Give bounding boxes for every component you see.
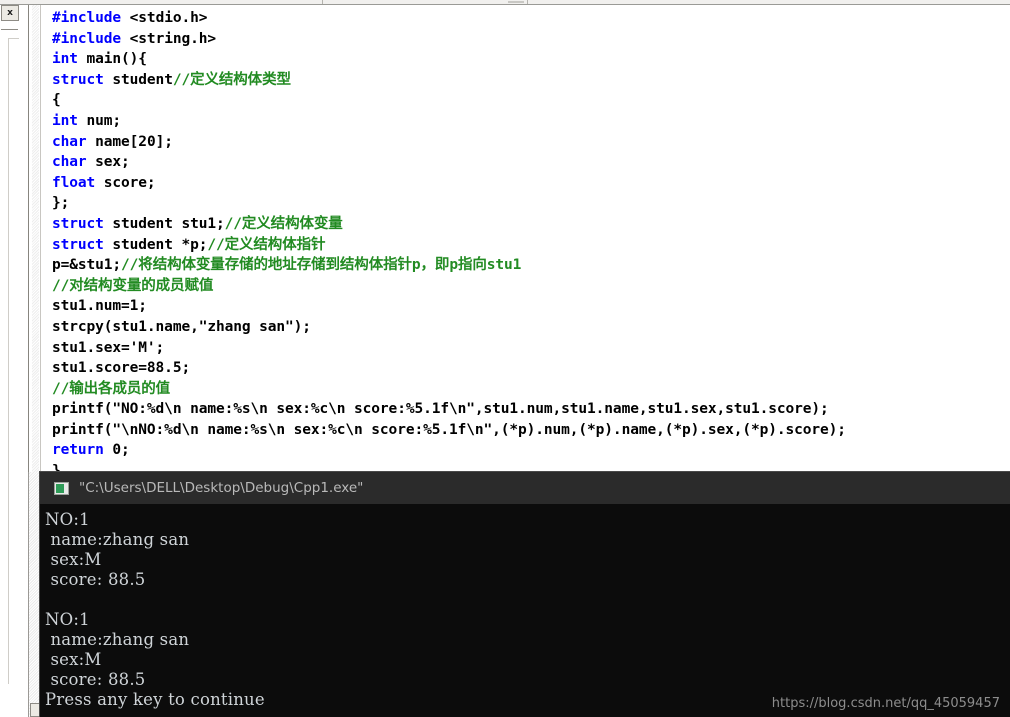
code-token-plain: printf("NO:%d\n name:%s\n sex:%c\n score… — [52, 401, 829, 418]
console-app-icon — [54, 481, 69, 495]
code-token-cmt: //定义结构体指针 — [207, 236, 326, 253]
code-line: char name[20]; — [52, 132, 1010, 153]
console-output-line: name:zhang san — [45, 630, 190, 649]
code-token-plain: <string.h> — [121, 30, 216, 47]
code-token-plain: p=&stu1; — [52, 257, 122, 274]
code-token-plain: <stdio.h> — [121, 10, 208, 26]
console-output-area: NO:1 name:zhang san sex:M score: 88.5 NO… — [40, 504, 1010, 717]
left-dock-panel: x — [0, 5, 28, 717]
console-output-line: score: 88.5 — [45, 570, 146, 589]
code-token-kw: return — [52, 442, 104, 459]
code-token-plain: printf("\nNO:%d\n name:%s\n sex:%c\n sco… — [52, 421, 846, 438]
code-token-kw: int — [52, 112, 78, 129]
ide-window: x #include <stdio.h> #include <string.h> i… — [0, 0, 1010, 717]
code-line: char sex; — [52, 152, 1010, 173]
code-token-kw: #include — [52, 30, 122, 47]
code-token-plain: { — [52, 92, 61, 109]
code-token-plain: num; — [77, 112, 122, 129]
code-line: int num; — [52, 111, 1010, 132]
console-output-line: sex:M — [45, 550, 102, 569]
code-token-plain: student *p; — [103, 236, 208, 253]
dock-divider — [1, 29, 18, 30]
code-line: float score; — [52, 173, 1010, 194]
console-output-line: sex:M — [45, 650, 102, 669]
code-token-kw: char — [52, 133, 87, 150]
code-line: { — [52, 90, 1010, 111]
toolbar-drag-handle[interactable] — [508, 1, 524, 3]
close-icon[interactable]: x — [1, 5, 19, 21]
toolbar-separator — [322, 0, 323, 4]
code-token-plain: stu1.sex='M'; — [52, 339, 165, 356]
code-line: struct student *p;//定义结构体指针 — [52, 235, 1010, 256]
code-token-plain: name[20]; — [86, 133, 173, 150]
code-line: strcpy(stu1.name,"zhang san"); — [52, 317, 1010, 338]
code-token-cmt: //定义结构体类型 — [172, 71, 291, 88]
code-line: #include <stdio.h> — [52, 8, 1010, 29]
console-window: "C:\Users\DELL\Desktop\Debug\Cpp1.exe" N… — [40, 472, 1010, 717]
console-output-line: Press any key to continue — [45, 690, 265, 709]
code-line: int main(){ — [52, 49, 1010, 70]
code-token-kw: char — [52, 154, 87, 171]
code-line: stu1.num=1; — [52, 296, 1010, 317]
code-token-plain: 0; — [103, 442, 130, 459]
code-token-kw: struct — [52, 215, 104, 232]
scrollbar-thumb[interactable] — [30, 703, 40, 717]
code-line: //输出各成员的值 — [52, 379, 1010, 400]
console-left-scrollbar[interactable] — [28, 472, 40, 717]
code-token-plain: student stu1; — [103, 215, 225, 232]
code-token-plain: sex; — [86, 154, 130, 171]
code-line: #include <string.h> — [52, 29, 1010, 50]
toolbar-separator — [527, 0, 528, 4]
console-output-line: name:zhang san — [45, 530, 190, 549]
console-output-line: NO:1 — [45, 510, 90, 529]
dock-rail — [8, 38, 19, 684]
code-line: p=&stu1;//将结构体变量存储的地址存储到结构体指针p，即p指向stu1 — [52, 255, 1010, 276]
code-line: printf("NO:%d\n name:%s\n sex:%c\n score… — [52, 399, 1010, 420]
console-title-text: "C:\Users\DELL\Desktop\Debug\Cpp1.exe" — [79, 480, 364, 496]
code-line: return 0; — [52, 440, 1010, 461]
code-token-plain: student — [103, 71, 173, 88]
code-token-plain: strcpy(stu1.name,"zhang san"); — [52, 318, 311, 335]
code-line: printf("\nNO:%d\n name:%s\n sex:%c\n sco… — [52, 420, 1010, 441]
console-titlebar[interactable]: "C:\Users\DELL\Desktop\Debug\Cpp1.exe" — [40, 472, 1010, 504]
code-token-kw: struct — [52, 236, 104, 253]
code-token-cmt: //定义结构体变量 — [224, 215, 343, 232]
code-line: }; — [52, 193, 1010, 214]
code-token-plain: score; — [95, 174, 156, 191]
code-token-plain: stu1.num=1; — [52, 298, 147, 315]
code-token-kw: float — [52, 174, 96, 191]
console-output-line: score: 88.5 — [45, 670, 146, 689]
console-output-line: NO:1 — [45, 610, 90, 629]
code-token-kw: #include — [52, 10, 122, 26]
code-line: struct student stu1;//定义结构体变量 — [52, 214, 1010, 235]
code-token-cmt: //输出各成员的值 — [52, 380, 171, 397]
code-token-plain: main(){ — [77, 51, 148, 68]
code-token-plain: stu1.score=88.5; — [52, 360, 191, 377]
code-token-kw: struct — [52, 71, 104, 88]
code-token-kw: int — [52, 51, 78, 68]
code-line: struct student//定义结构体类型 — [52, 70, 1010, 91]
code-text-area[interactable]: #include <stdio.h> #include <string.h> int… — [42, 5, 1010, 479]
code-line: stu1.sex='M'; — [52, 338, 1010, 359]
code-line: //对结构变量的成员赋值 — [52, 276, 1010, 297]
code-line: stu1.score=88.5; — [52, 358, 1010, 379]
code-token-cmt: //将结构体变量存储的地址存储到结构体指针p，即p指向stu1 — [121, 257, 522, 274]
code-token-cmt: //对结构变量的成员赋值 — [52, 277, 214, 294]
code-token-plain: }; — [52, 195, 70, 212]
